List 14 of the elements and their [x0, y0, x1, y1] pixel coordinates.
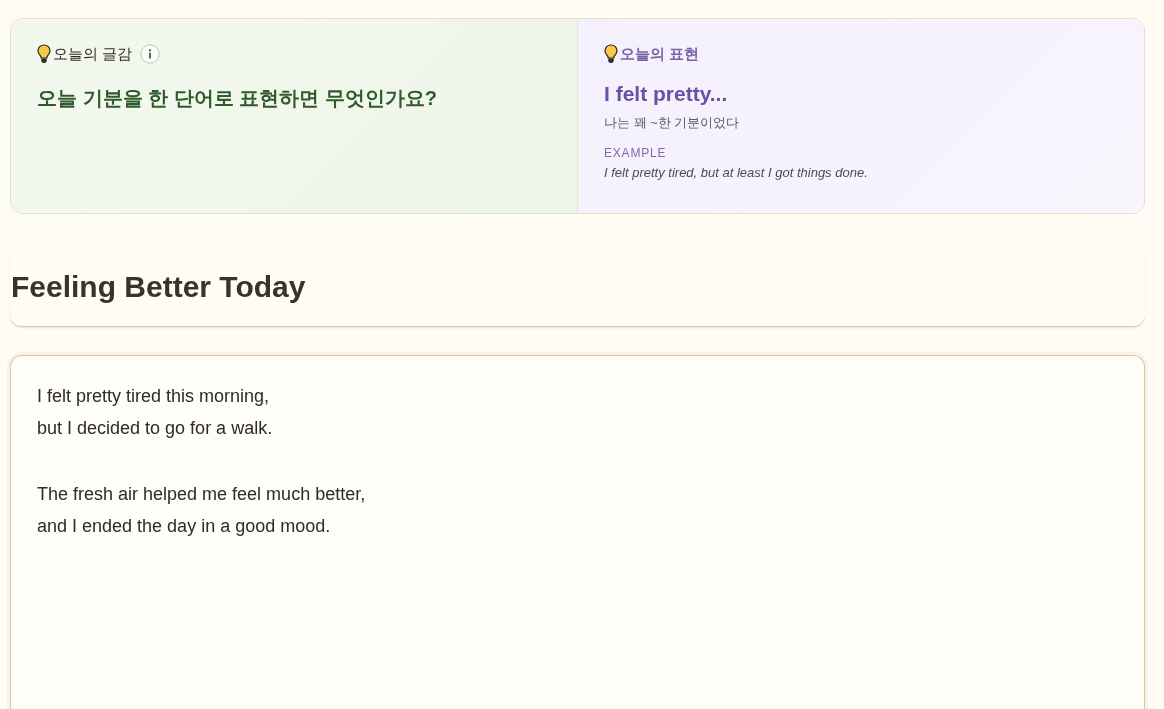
expression-meaning: 나는 꽤 ~한 기분이었다	[604, 114, 741, 132]
body-paragraph: I felt pretty tired this morning, but I decided to go for a walk.	[37, 385, 274, 440]
body-editor[interactable]: I felt pretty tired this morning, but I decided to go for a walk. The fresh air helped me feel much better, and I ended the day in a good mood.	[10, 355, 1145, 709]
expression-label: 오늘의 표현	[620, 44, 700, 64]
prompt-question: 오늘 기분을 한 단어로 표현하면 무엇인가요?	[37, 86, 438, 111]
example-label: EXAMPLE	[604, 146, 668, 160]
body-paragraph: The fresh air helped me feel much better, and I ended the day in a good mood.	[37, 483, 367, 538]
example-sentence: I felt pretty tired, but at least I got things done.	[604, 165, 869, 180]
info-icon[interactable]	[140, 44, 161, 64]
light-bulb-icon	[604, 44, 618, 64]
expression-phrase: I felt pretty...	[604, 82, 729, 106]
light-bulb-icon	[37, 44, 51, 64]
title-field[interactable]: Feeling Better Today	[10, 254, 1145, 327]
prompt-label: 오늘의 글감	[53, 44, 133, 64]
